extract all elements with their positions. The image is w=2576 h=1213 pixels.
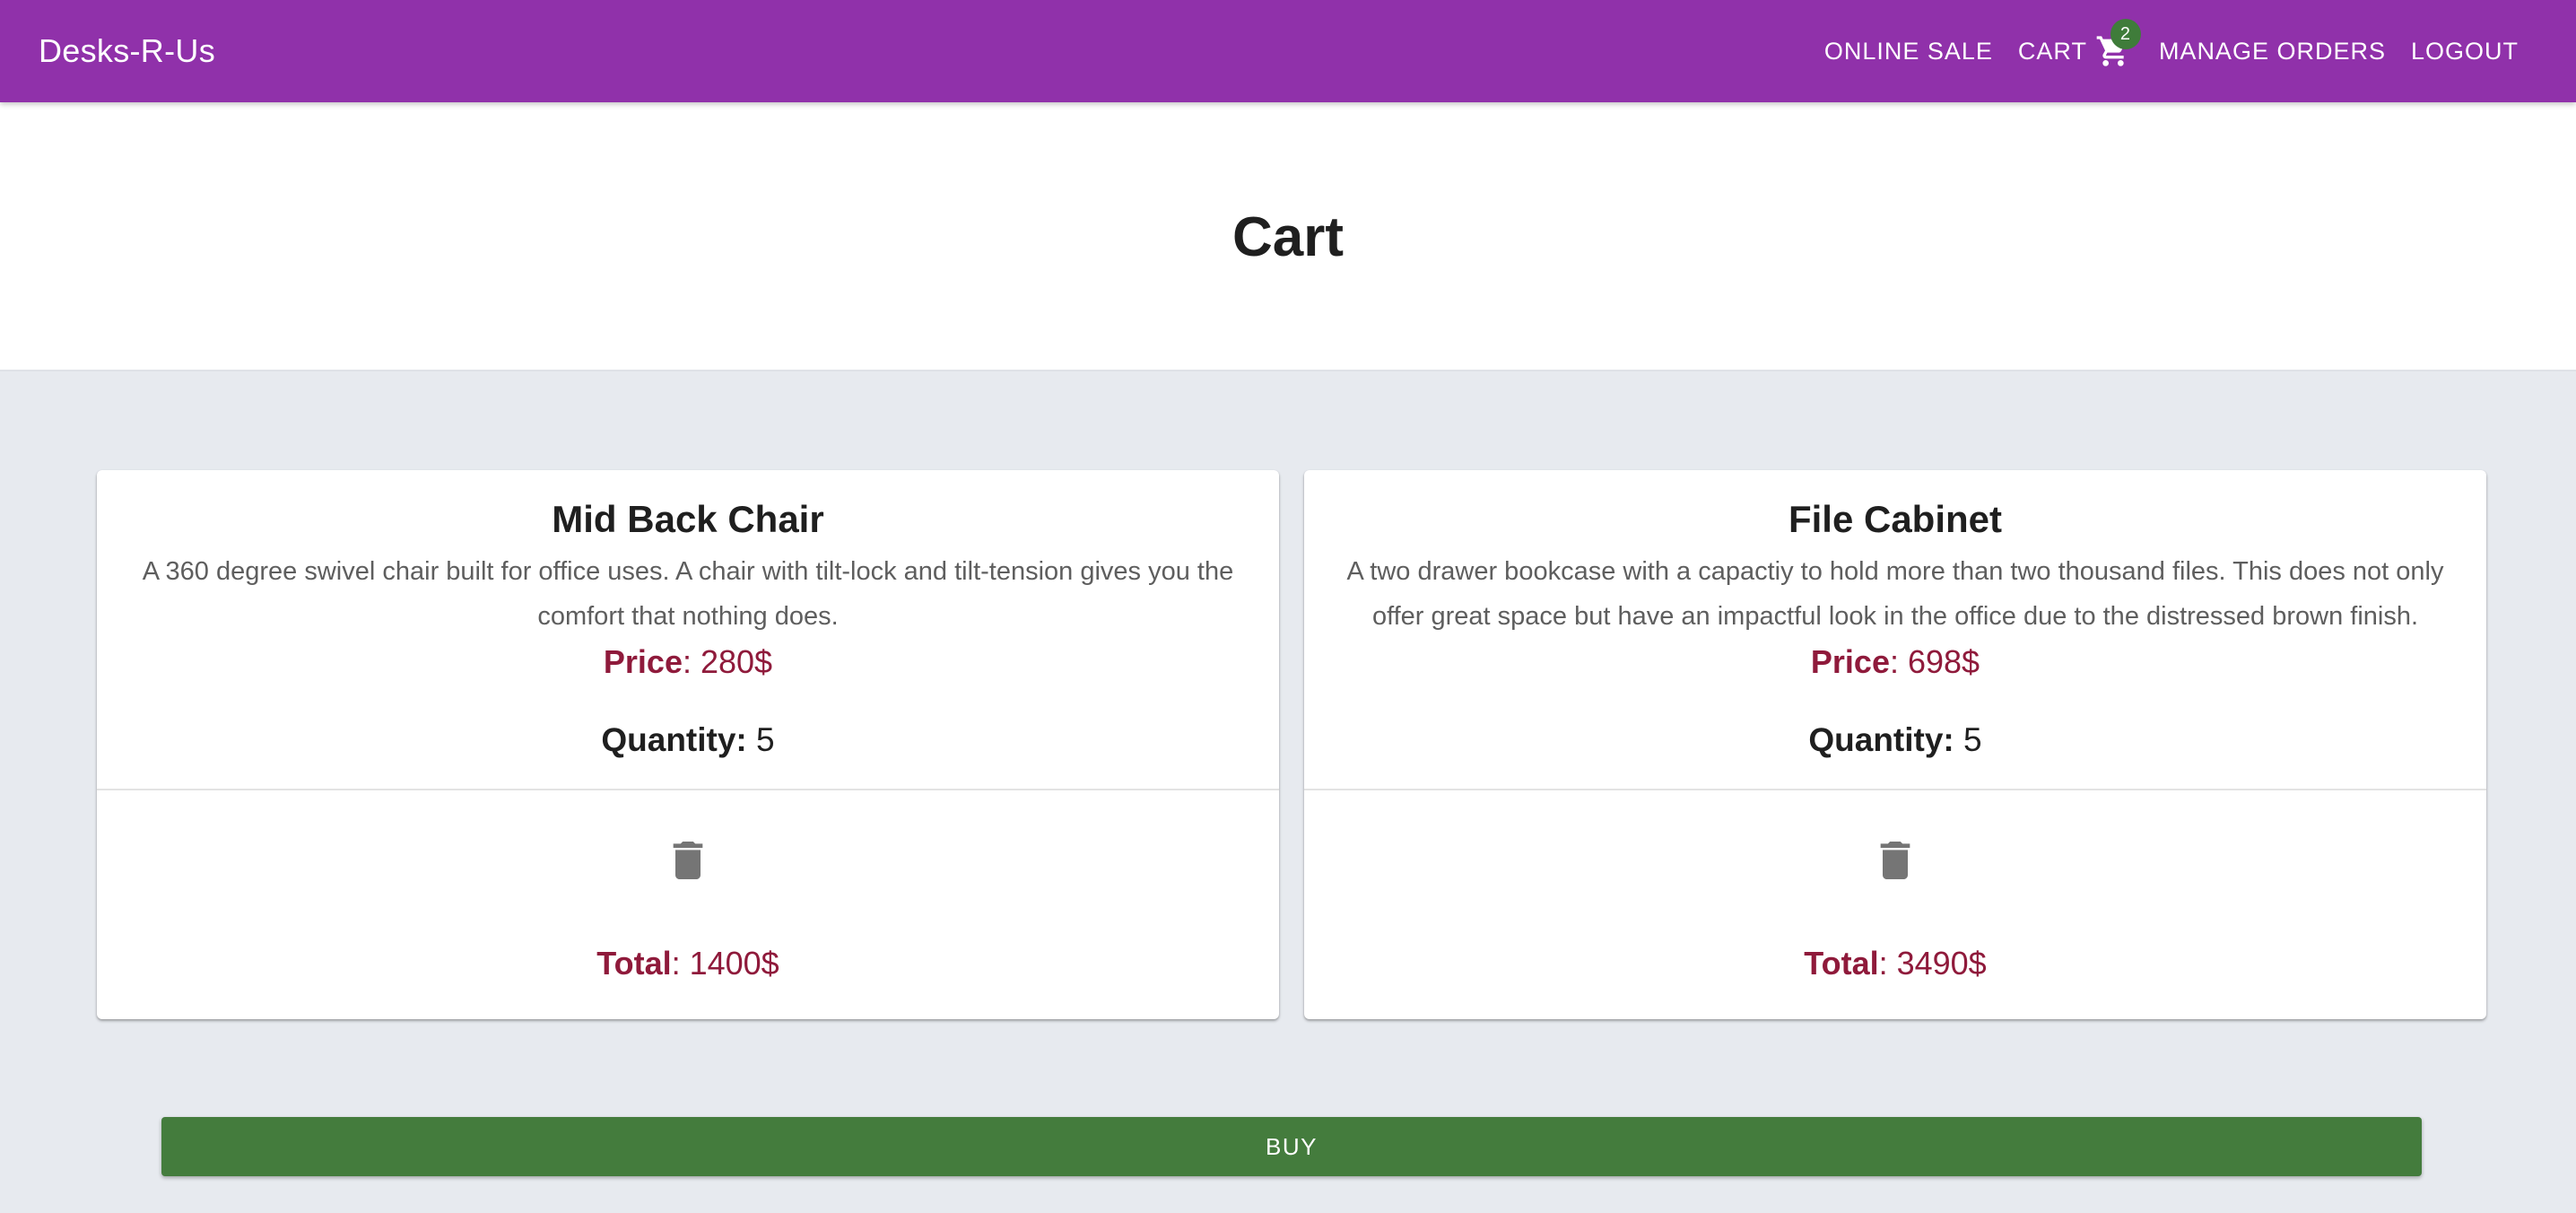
- nav-logout[interactable]: LOGOUT: [2398, 38, 2531, 65]
- quantity-label: Quantity:: [601, 721, 747, 758]
- product-name: Mid Back Chair: [552, 498, 824, 540]
- nav-online-sale[interactable]: ONLINE SALE: [1812, 38, 2006, 65]
- card-divider: [1304, 789, 2486, 790]
- buy-button[interactable]: BUY: [161, 1117, 2422, 1176]
- price-label: Price: [603, 643, 683, 680]
- nav-manage-orders[interactable]: MANAGE ORDERS: [2146, 38, 2398, 65]
- card-divider: [97, 789, 1279, 790]
- cart-item-card: Mid Back Chair A 360 degree swivel chair…: [97, 470, 1279, 1019]
- quantity-value: 5: [746, 721, 775, 758]
- product-description: A 360 degree swivel chair built for offi…: [142, 557, 1234, 631]
- total-value: : 1400$: [671, 945, 779, 982]
- product-quantity: Quantity: 5: [97, 720, 1279, 760]
- brand-title[interactable]: Desks-R-Us: [39, 0, 215, 102]
- nav-cart[interactable]: CART 2: [2006, 19, 2146, 72]
- total-label: Total: [1804, 945, 1879, 982]
- nav-menu: ONLINE SALE CART 2 MANAGE ORDERS LOGOUT: [1812, 0, 2531, 102]
- quantity-label: Quantity:: [1808, 721, 1954, 758]
- product-quantity: Quantity: 5: [1304, 720, 2486, 760]
- price-value: : 280$: [682, 643, 773, 680]
- trash-icon: [1880, 842, 1910, 879]
- nav-cart-label: CART: [2017, 37, 2087, 65]
- page-title: Cart: [1231, 206, 1345, 268]
- total-value: : 3490$: [1878, 945, 1987, 982]
- total-label: Total: [596, 945, 672, 982]
- item-total: Total: 3490$: [1304, 944, 2486, 982]
- product-description: A two drawer bookcase with a capactiy to…: [1346, 557, 2444, 631]
- product-price: Price: 698$: [1304, 642, 2486, 681]
- delete-item-button[interactable]: [1868, 833, 1922, 887]
- cart-item-details: File Cabinet A two drawer bookcase with …: [1304, 470, 2486, 789]
- quantity-value: 5: [1954, 721, 1982, 758]
- product-price: Price: 280$: [97, 642, 1279, 681]
- cart-item-card: File Cabinet A two drawer bookcase with …: [1304, 470, 2486, 1019]
- price-label: Price: [1810, 643, 1890, 680]
- page-header: Cart: [0, 102, 2576, 371]
- price-value: : 698$: [1889, 643, 1980, 680]
- product-name: File Cabinet: [1788, 498, 2003, 540]
- cart-icon-wrapper: 2: [2093, 19, 2141, 72]
- item-total: Total: 1400$: [97, 944, 1279, 982]
- app-bar: Desks-R-Us ONLINE SALE CART 2 MANAGE ORD…: [0, 0, 2576, 102]
- trash-icon: [673, 842, 703, 879]
- cart-item-details: Mid Back Chair A 360 degree swivel chair…: [97, 470, 1279, 789]
- delete-item-button[interactable]: [661, 833, 715, 887]
- cart-count-badge: 2: [2110, 19, 2141, 49]
